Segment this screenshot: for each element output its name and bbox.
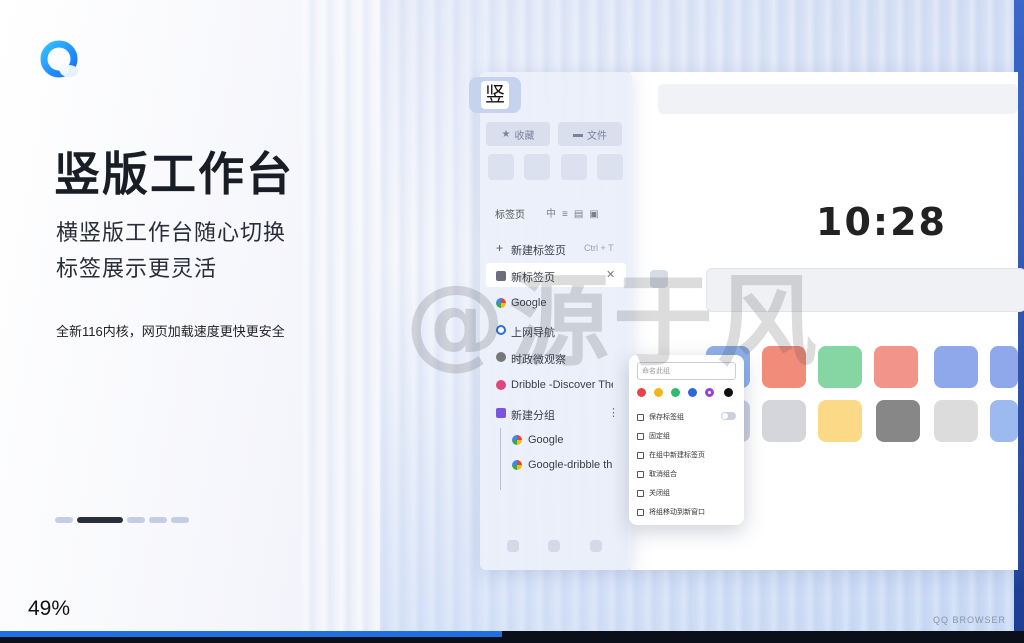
new-tab-icon [637,451,644,459]
group-tab-item[interactable]: Google-dribble th [528,459,614,471]
menu-item-new-tab-in-group[interactable]: 在组中新建标签页 [637,450,705,460]
color-swatch-red[interactable] [637,388,646,397]
menu-item-label: 关闭组 [649,489,670,497]
favorites-label: 收藏 [514,130,535,142]
color-swatch-purple-selected[interactable] [705,388,714,397]
splash-screen: 竖版工作台 横竖版工作台随心切换 标签展示更灵活 全新116内核，网页加载速度更… [0,0,1024,643]
shortcut-tile [934,346,978,388]
tabs-section-header: 标签页 [495,210,525,221]
sidebar-footer-icon[interactable] [590,540,602,552]
menu-item-close-group[interactable]: 关闭组 [637,488,670,498]
menu-item-ungroup[interactable]: 取消组合 [637,469,677,479]
carousel-dot[interactable] [55,517,73,523]
shortcut-tile [818,346,862,388]
newtab-clock: 10:28 [816,200,947,244]
carousel-dot-active[interactable] [77,517,123,523]
color-swatch-black[interactable] [724,388,733,397]
group-indent-line [500,428,501,490]
watermark: @源于风 [405,263,821,380]
tab-group-header[interactable]: 新建分组 [511,407,555,423]
carousel-dot[interactable] [127,517,145,523]
carousel-indicator [55,517,189,523]
google-icon [512,435,522,445]
tab-toolbar-icons[interactable]: 中≡▤▣ [546,205,605,220]
group-tab-item[interactable]: Google [528,434,563,446]
folder-icon: ▬ [573,128,583,140]
menu-item-move-to-window[interactable]: 将组移动到新窗口 [637,507,705,517]
shortcut-tile [990,346,1018,388]
star-icon: ★ [501,128,511,140]
menu-item-label: 取消组合 [649,470,677,478]
close-group-icon [637,489,644,497]
google-icon [512,460,522,470]
pinned-site-slot[interactable] [561,154,587,180]
qq-browser-logo-icon [40,40,78,78]
menu-item-label: 在组中新建标签页 [649,451,705,459]
loading-percent: 49% [28,597,71,620]
menu-item-label: 保存标签组 [649,413,684,421]
hero-description: 全新116内核，网页加载速度更快更安全 [56,324,285,339]
hero-title: 竖版工作台 [54,148,294,200]
sidebar-footer-icon[interactable] [507,540,519,552]
loading-progress-bar [0,631,502,637]
shortcut-tile [818,400,862,442]
vertical-mode-label: 竖 [481,81,509,109]
menu-item-label: 固定组 [649,432,670,440]
ungroup-icon [637,470,644,478]
color-swatch-green[interactable] [671,388,680,397]
vertical-mode-badge[interactable]: 竖 [469,77,521,113]
carousel-dot[interactable] [171,517,189,523]
carousel-dot[interactable] [149,517,167,523]
files-label: 文件 [587,130,607,142]
address-bar [658,84,1018,114]
save-group-toggle[interactable] [721,412,736,420]
files-button[interactable]: ▬ 文件 [558,122,622,146]
pinned-site-slot[interactable] [488,154,514,180]
sidebar-footer-icon[interactable] [548,540,560,552]
shortcut-tile [990,400,1018,442]
pinned-site-slot[interactable] [524,154,550,180]
pinned-site-slot[interactable] [597,154,623,180]
shortcut-tile [876,400,920,442]
move-window-icon [637,508,644,516]
save-icon [637,413,644,421]
pin-icon [637,432,644,440]
shortcut-tile [762,400,806,442]
menu-item-label: 将组移动到新窗口 [649,508,705,516]
color-swatch-yellow[interactable] [654,388,663,397]
hero-subtitle-line1: 横竖版工作台随心切换 [56,220,287,245]
menu-item-save-group[interactable]: 保存标签组 [637,412,684,422]
menu-item-pin-group[interactable]: 固定组 [637,431,670,441]
group-icon [496,408,506,418]
group-more-icon[interactable]: ⋮ [608,406,619,419]
brand-label: QQ BROWSER [932,615,1006,625]
color-swatch-blue[interactable] [688,388,697,397]
shortcut-tile [874,346,918,388]
hero-subtitle-line2: 标签展示更灵活 [56,256,218,281]
shortcut-tile [934,400,978,442]
favorites-button[interactable]: ★ 收藏 [486,122,550,146]
